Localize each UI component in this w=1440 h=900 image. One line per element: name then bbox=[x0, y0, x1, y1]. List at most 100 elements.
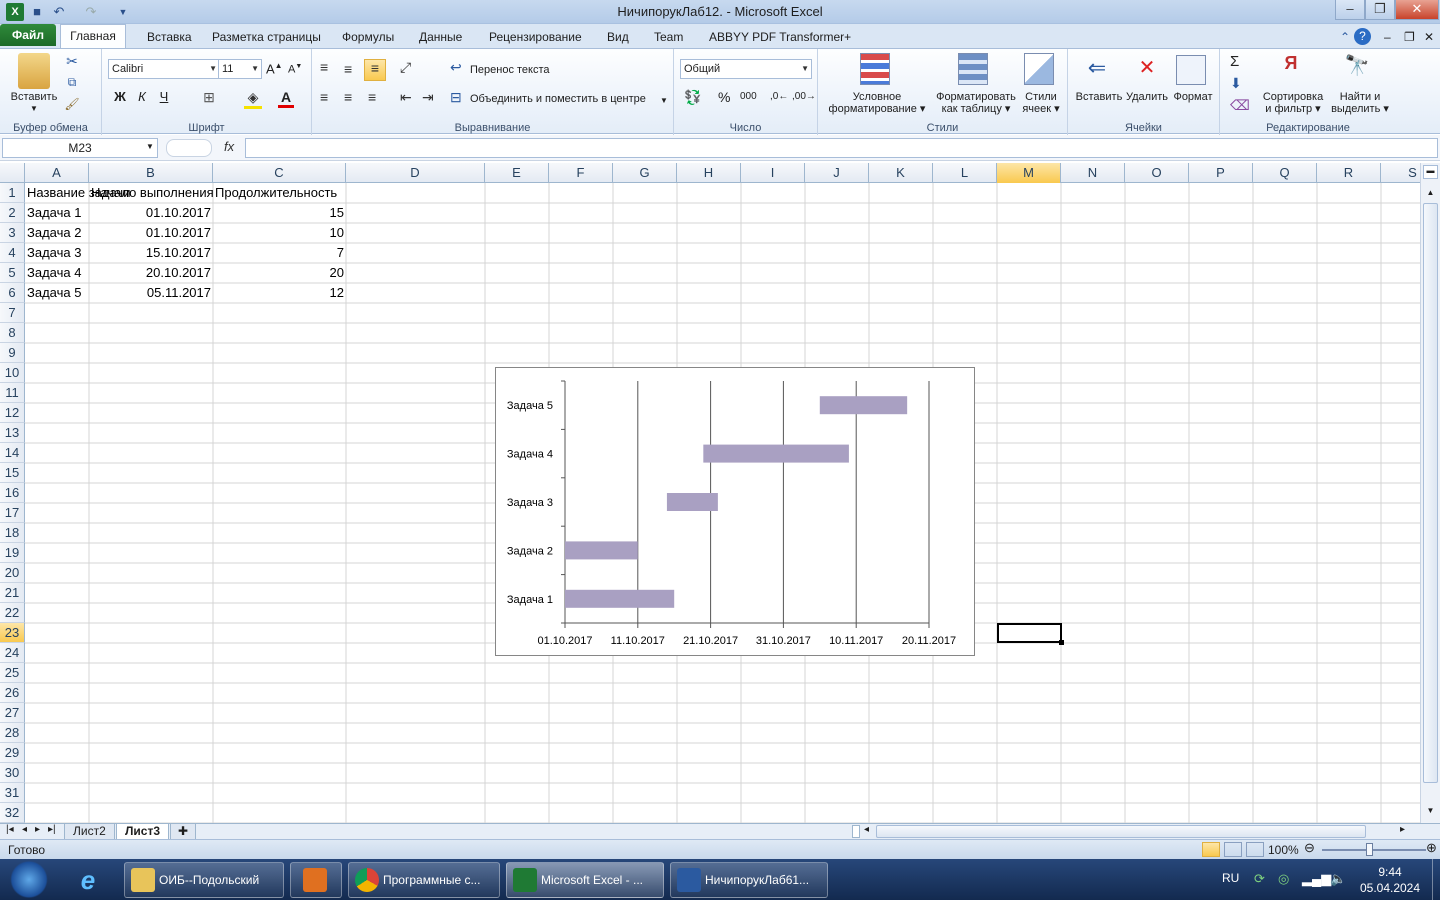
taskbar-word[interactable]: НичипорукЛаб61... bbox=[670, 862, 828, 898]
column-header-C[interactable]: C bbox=[213, 163, 346, 183]
cell-A1[interactable]: Название задачи bbox=[25, 183, 130, 203]
cell-C6[interactable]: 12 bbox=[213, 283, 346, 303]
close-button[interactable]: ✕ bbox=[1395, 0, 1439, 20]
start-button[interactable] bbox=[4, 861, 54, 898]
row-header-23[interactable]: 23 bbox=[0, 623, 25, 643]
tab-data[interactable]: Данные bbox=[415, 28, 466, 48]
tab-formulas[interactable]: Формулы bbox=[338, 28, 398, 48]
column-header-E[interactable]: E bbox=[485, 163, 549, 183]
volume-icon[interactable]: 🔈 bbox=[1330, 871, 1346, 887]
row-header-21[interactable]: 21 bbox=[0, 583, 25, 603]
prev-sheet-icon[interactable]: ◂ bbox=[22, 824, 27, 835]
cell-styles-button[interactable]: Стили ячеек ▾ bbox=[1018, 91, 1064, 115]
page-layout-view-icon[interactable] bbox=[1224, 842, 1242, 857]
tab-view[interactable]: Вид bbox=[603, 28, 633, 48]
paste-button[interactable]: Вставить bbox=[4, 91, 64, 103]
insert-sheet-icon[interactable]: ✚ bbox=[170, 824, 196, 840]
bold-button[interactable]: Ж bbox=[112, 90, 128, 103]
conditional-formatting-icon[interactable] bbox=[860, 53, 890, 85]
row-header-31[interactable]: 31 bbox=[0, 783, 25, 803]
cell-B1[interactable]: Начало выполнения bbox=[89, 183, 214, 203]
clock-time[interactable]: 9:44 bbox=[1370, 865, 1410, 879]
font-size-select[interactable]: 11 ▼ bbox=[218, 59, 262, 79]
row-header-16[interactable]: 16 bbox=[0, 483, 25, 503]
borders-icon[interactable]: ⊞ bbox=[200, 89, 218, 106]
row-header-8[interactable]: 8 bbox=[0, 323, 25, 343]
cell-C5[interactable]: 20 bbox=[213, 263, 346, 283]
wrap-text-icon[interactable]: ↩ bbox=[450, 59, 462, 76]
column-header-H[interactable]: H bbox=[677, 163, 741, 183]
row-header-6[interactable]: 6 bbox=[0, 283, 25, 303]
tab-team[interactable]: Team bbox=[650, 28, 687, 48]
name-box-dropdown-icon[interactable]: ▼ bbox=[146, 142, 154, 151]
fill-color-icon[interactable]: ◈ bbox=[244, 89, 262, 109]
row-header-3[interactable]: 3 bbox=[0, 223, 25, 243]
column-header-M[interactable]: M bbox=[997, 163, 1061, 183]
workbook-minimize-icon[interactable]: – bbox=[1380, 28, 1395, 48]
column-header-R[interactable]: R bbox=[1317, 163, 1381, 183]
language-indicator[interactable]: RU bbox=[1222, 871, 1239, 885]
selected-cell[interactable] bbox=[997, 623, 1062, 643]
insert-function-icon[interactable]: fx bbox=[224, 139, 234, 154]
row-header-24[interactable]: 24 bbox=[0, 643, 25, 663]
comma-style-icon[interactable]: 000 bbox=[740, 91, 757, 102]
row-header-20[interactable]: 20 bbox=[0, 563, 25, 583]
help-icon[interactable]: ? bbox=[1354, 28, 1371, 45]
row-header-27[interactable]: 27 bbox=[0, 703, 25, 723]
row-header-9[interactable]: 9 bbox=[0, 343, 25, 363]
sort-filter-button[interactable]: Сортировка и фильтр ▾ bbox=[1258, 91, 1328, 115]
row-header-25[interactable]: 25 bbox=[0, 663, 25, 683]
show-desktop-button[interactable] bbox=[1432, 859, 1440, 900]
italic-button[interactable]: К bbox=[134, 90, 150, 103]
cell-B5[interactable]: 20.10.2017 bbox=[89, 263, 213, 283]
column-header-J[interactable]: J bbox=[805, 163, 869, 183]
underline-button[interactable]: Ч bbox=[156, 90, 172, 103]
font-name-select[interactable]: Calibri ▼ bbox=[108, 59, 220, 79]
cell-B6[interactable]: 05.11.2017 bbox=[89, 283, 213, 303]
zoom-level[interactable]: 100% bbox=[1268, 843, 1299, 857]
paste-icon[interactable] bbox=[18, 53, 50, 89]
cut-icon[interactable]: ✂ bbox=[64, 53, 80, 70]
column-header-N[interactable]: N bbox=[1061, 163, 1125, 183]
align-center-icon[interactable]: ≡ bbox=[344, 89, 352, 105]
cell-C4[interactable]: 7 bbox=[213, 243, 346, 263]
format-cells-button[interactable]: Формат bbox=[1170, 91, 1216, 103]
column-header-K[interactable]: K bbox=[869, 163, 933, 183]
clock-date[interactable]: 05.04.2024 bbox=[1352, 881, 1428, 895]
column-header-L[interactable]: L bbox=[933, 163, 997, 183]
insert-cells-button[interactable]: Вставить bbox=[1070, 91, 1128, 103]
tray-update-icon[interactable]: ⟳ bbox=[1254, 871, 1265, 887]
formula-bar-handle[interactable] bbox=[166, 139, 212, 157]
next-sheet-icon[interactable]: ▸ bbox=[35, 824, 40, 835]
orientation-icon[interactable]: ⤢ bbox=[400, 59, 411, 76]
tray-status-icon[interactable]: ◎ bbox=[1278, 871, 1289, 887]
tab-abbyy[interactable]: ABBYY PDF Transformer+ bbox=[705, 28, 855, 48]
fill-handle[interactable] bbox=[1059, 640, 1064, 645]
tab-insert[interactable]: Вставка bbox=[143, 28, 196, 48]
column-header-F[interactable]: F bbox=[549, 163, 613, 183]
row-header-22[interactable]: 22 bbox=[0, 603, 25, 623]
row-header-10[interactable]: 10 bbox=[0, 363, 25, 383]
row-header-11[interactable]: 11 bbox=[0, 383, 25, 403]
scroll-down-icon[interactable]: ▼ bbox=[1423, 803, 1438, 819]
conditional-formatting-button[interactable]: Условное форматирование ▾ bbox=[822, 91, 932, 115]
delete-cells-button[interactable]: Удалить bbox=[1122, 91, 1172, 103]
column-header-O[interactable]: O bbox=[1125, 163, 1189, 183]
decrease-indent-icon[interactable]: ⇤ bbox=[400, 89, 412, 106]
row-header-15[interactable]: 15 bbox=[0, 463, 25, 483]
clear-icon[interactable]: ⌫ bbox=[1230, 97, 1250, 114]
vertical-scrollbar[interactable]: ▬ ▲ ▼ bbox=[1420, 163, 1440, 823]
scroll-right-icon[interactable]: ▸ bbox=[1400, 824, 1405, 835]
cell-A3[interactable]: Задача 2 bbox=[25, 223, 89, 243]
cell-C1[interactable]: Продолжительность bbox=[213, 183, 346, 203]
gantt-chart[interactable]: 01.10.2017 11.10.2017 21.10.2017 31.10.2017… bbox=[495, 367, 975, 656]
row-header-2[interactable]: 2 bbox=[0, 203, 25, 223]
align-top-icon[interactable]: ≡ bbox=[320, 59, 328, 75]
align-middle-icon[interactable]: ≡ bbox=[344, 61, 352, 77]
row-header-19[interactable]: 19 bbox=[0, 543, 25, 563]
align-left-icon[interactable]: ≡ bbox=[320, 89, 328, 105]
zoom-in-icon[interactable]: ⊕ bbox=[1426, 840, 1437, 856]
cell-B4[interactable]: 15.10.2017 bbox=[89, 243, 213, 263]
cell-C3[interactable]: 10 bbox=[213, 223, 346, 243]
increase-decimal-icon[interactable]: ,0← bbox=[770, 91, 788, 102]
